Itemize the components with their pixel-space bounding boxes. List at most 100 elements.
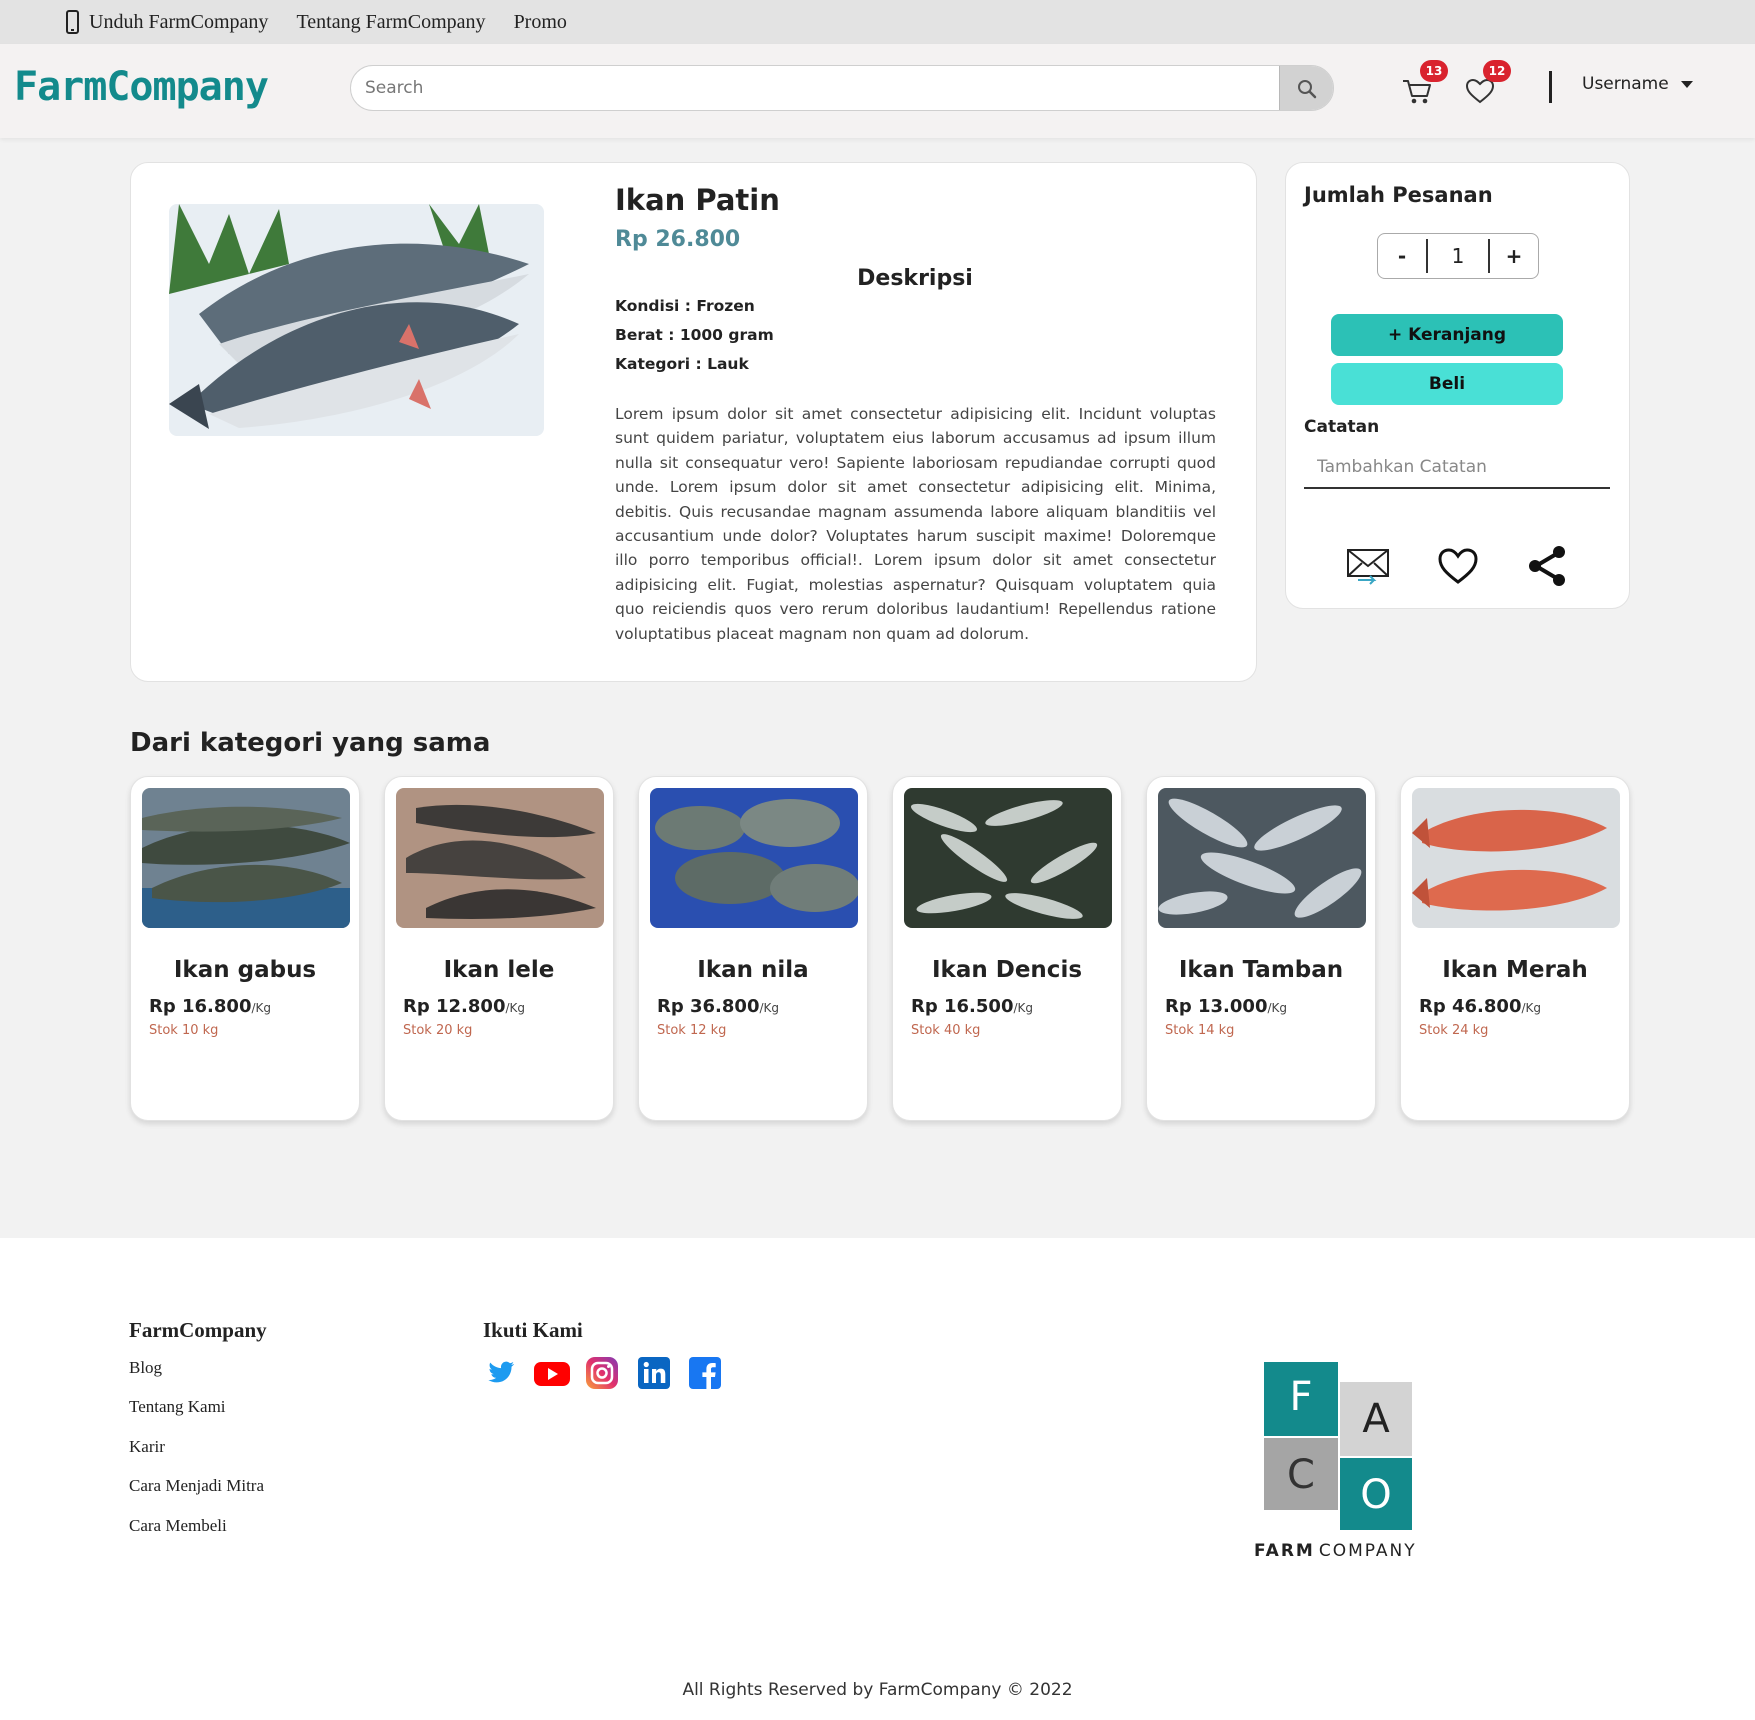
related-name: Ikan nila: [697, 957, 809, 983]
related-card[interactable]: Ikan Dencis Rp 16.500/Kg Stok 40 kg: [892, 776, 1122, 1121]
footer-link-about[interactable]: Tentang Kami: [129, 1397, 226, 1417]
related-price: Rp 46.800/Kg: [1419, 996, 1541, 1017]
user-menu[interactable]: Username: [1582, 74, 1693, 94]
search-icon: [1297, 80, 1316, 99]
related-card[interactable]: Ikan gabus Rp 16.800/Kg Stok 10 kg: [130, 776, 360, 1121]
price-value: Rp 16.800: [149, 996, 252, 1017]
price-value: Rp 16.500: [911, 996, 1014, 1017]
logo-letter-o: O: [1360, 1472, 1391, 1518]
price-value: Rp 13.000: [1165, 996, 1268, 1017]
price-unit: /Kg: [1521, 1001, 1542, 1015]
about-link[interactable]: Tentang FarmCompany: [296, 11, 485, 34]
related-stock: Stok 12 kg: [657, 1023, 727, 1038]
twitter-icon[interactable]: [483, 1356, 517, 1390]
search-bar: [350, 65, 1334, 111]
related-stock: Stok 40 kg: [911, 1023, 981, 1038]
product-image: [169, 204, 544, 436]
note-input[interactable]: [1304, 447, 1610, 489]
related-stock: Stok 20 kg: [403, 1023, 473, 1038]
header-divider: [1549, 71, 1552, 103]
quantity-value[interactable]: 1: [1426, 239, 1490, 273]
spec-berat: Berat : 1000 gram: [615, 326, 774, 344]
related-price: Rp 12.800/Kg: [403, 996, 525, 1017]
instagram-icon[interactable]: [585, 1356, 619, 1390]
related-card[interactable]: Ikan Merah Rp 46.800/Kg Stok 24 kg: [1400, 776, 1630, 1121]
related-card[interactable]: Ikan lele Rp 12.800/Kg Stok 20 kg: [384, 776, 614, 1121]
wishlist-button[interactable]: 12: [1463, 60, 1511, 108]
farmcompany-footer-logo: F A C O FARM COMPANY: [1254, 1362, 1444, 1572]
add-to-cart-button[interactable]: + Keranjang: [1331, 314, 1563, 356]
order-title: Jumlah Pesanan: [1304, 183, 1493, 207]
price-unit: /Kg: [251, 1001, 272, 1015]
product-description: Lorem ipsum dolor sit amet consectetur a…: [615, 405, 1216, 643]
header: FarmCompany 13 12 Username: [0, 44, 1755, 138]
price-unit: /Kg: [1013, 1001, 1034, 1015]
related-price: Rp 36.800/Kg: [657, 996, 779, 1017]
footer-brand: FarmCompany: [129, 1318, 267, 1342]
price-unit: /Kg: [505, 1001, 526, 1015]
footer-link-blog[interactable]: Blog: [129, 1358, 162, 1378]
related-stock: Stok 24 kg: [1419, 1023, 1489, 1038]
logo-wordmark: FARM COMPANY: [1254, 1541, 1417, 1561]
price-unit: /Kg: [759, 1001, 780, 1015]
related-name: Ikan gabus: [173, 957, 317, 983]
price-value: Rp 46.800: [1419, 996, 1522, 1017]
price-value: Rp 12.800: [403, 996, 506, 1017]
footer-link-partner[interactable]: Cara Menjadi Mitra: [129, 1476, 264, 1496]
product-name: Ikan Patin: [615, 183, 780, 217]
related-image: [904, 788, 1112, 928]
download-app-link[interactable]: Unduh FarmCompany: [66, 10, 268, 34]
youtube-icon[interactable]: [533, 1356, 570, 1390]
cart-button[interactable]: 13: [1400, 60, 1448, 108]
description-title: Deskripsi: [857, 266, 973, 291]
related-name: Ikan Dencis: [931, 957, 1083, 983]
related-stock: Stok 10 kg: [149, 1023, 219, 1038]
logo-letter-c: C: [1287, 1452, 1315, 1498]
product-price: Rp 26.800: [615, 227, 741, 252]
promo-link[interactable]: Promo: [514, 11, 567, 34]
price-value: Rp 36.800: [657, 996, 760, 1017]
footer: FarmCompany Blog Tentang Kami Karir Cara…: [0, 1238, 1755, 1720]
related-image: [1412, 788, 1620, 928]
related-image: [396, 788, 604, 928]
logo-letter-f: F: [1289, 1374, 1312, 1420]
copyright: All Rights Reserved by FarmCompany © 202…: [682, 1680, 1073, 1700]
price-unit: /Kg: [1267, 1001, 1288, 1015]
promo-label: Promo: [513, 10, 567, 33]
follow-title: Ikuti Kami: [483, 1318, 583, 1342]
caret-down-icon: [1680, 80, 1693, 88]
linkedin-icon[interactable]: [637, 1356, 671, 1390]
related-card[interactable]: Ikan nila Rp 36.800/Kg Stok 12 kg: [638, 776, 868, 1121]
related-price: Rp 16.800/Kg: [149, 996, 271, 1017]
facebook-icon[interactable]: [688, 1356, 722, 1390]
share-button[interactable]: [1526, 544, 1570, 588]
site-logo[interactable]: FarmCompany: [14, 64, 269, 110]
cart-count-badge: 13: [1420, 60, 1448, 82]
download-app-label: Unduh FarmCompany: [89, 10, 269, 33]
share-icon: [1529, 546, 1565, 586]
order-panel: Jumlah Pesanan - 1 + + Keranjang Beli Ca…: [1285, 162, 1630, 609]
footer-link-career[interactable]: Karir: [129, 1437, 165, 1457]
related-title: Dari kategori yang sama: [130, 728, 491, 758]
message-button[interactable]: [1346, 544, 1390, 588]
related-image: [650, 788, 858, 928]
quantity-stepper: - 1 +: [1377, 233, 1539, 279]
note-label: Catatan: [1304, 417, 1380, 437]
product-card: Ikan Patin Rp 26.800 Deskripsi Kondisi :…: [130, 162, 1257, 682]
heart-icon: [1438, 548, 1478, 584]
related-name: Ikan Merah: [1442, 957, 1588, 983]
related-stock: Stok 14 kg: [1165, 1023, 1235, 1038]
search-button[interactable]: [1279, 66, 1333, 110]
phone-icon: [66, 10, 79, 34]
footer-link-how-to-buy[interactable]: Cara Membeli: [129, 1516, 227, 1536]
spec-kategori: Kategori : Lauk: [615, 355, 749, 373]
logo-letter-a: A: [1362, 1396, 1390, 1442]
buy-button[interactable]: Beli: [1331, 363, 1563, 405]
username-label: Username: [1582, 74, 1669, 94]
search-input[interactable]: [351, 66, 1279, 110]
decrement-button[interactable]: -: [1378, 244, 1426, 268]
related-name: Ikan Tamban: [1178, 957, 1344, 983]
favorite-button[interactable]: [1436, 544, 1480, 588]
increment-button[interactable]: +: [1490, 244, 1538, 268]
related-card[interactable]: Ikan Tamban Rp 13.000/Kg Stok 14 kg: [1146, 776, 1376, 1121]
